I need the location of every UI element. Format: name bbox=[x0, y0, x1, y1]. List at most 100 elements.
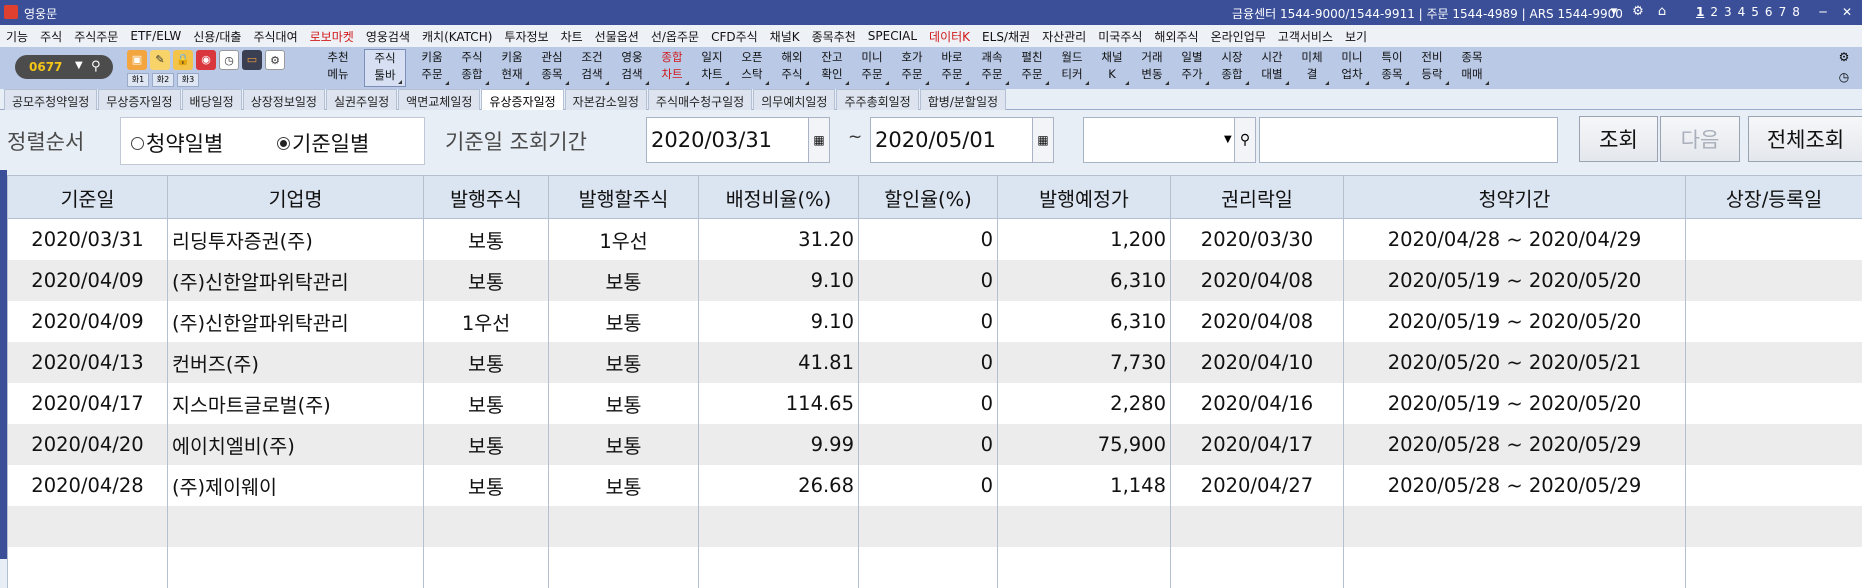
table-row[interactable]: 2020/04/17지스마트글로벌(주)보통보통114.6502,2802020… bbox=[8, 383, 1862, 424]
menu-item[interactable]: 주식주문 bbox=[68, 28, 124, 45]
menu-item[interactable]: 온라인업무 bbox=[1205, 28, 1272, 45]
toolbar-item[interactable]: 미니업차 bbox=[1332, 49, 1372, 87]
menu-item[interactable]: 차트 bbox=[555, 28, 589, 45]
menu-item[interactable]: 주식 bbox=[34, 28, 68, 45]
menu-item[interactable]: 투자정보 bbox=[498, 28, 554, 45]
toolbar-item[interactable]: 호가주문 bbox=[892, 49, 932, 87]
table-row[interactable]: 2020/04/20에이치엘비(주)보통보통9.99075,9002020/04… bbox=[8, 424, 1862, 465]
toolbar-item[interactable]: 일지차트 bbox=[692, 49, 732, 87]
table-row[interactable]: 2020/04/28(주)제이웨이보통보통26.6801,1482020/04/… bbox=[8, 465, 1862, 506]
menu-item[interactable]: ELS/채권 bbox=[976, 28, 1036, 45]
schedule-tab[interactable]: 자본감소일정 bbox=[565, 89, 647, 110]
date-from-field[interactable]: 2020/03/31 ▦ bbox=[646, 117, 830, 163]
toolbar-item[interactable]: 바로주문 bbox=[932, 49, 972, 87]
screen-page-2[interactable]: 2 bbox=[1710, 5, 1718, 19]
chevron-down-icon[interactable]: ▼ bbox=[75, 60, 83, 71]
column-header[interactable]: 상장/등록일 bbox=[1686, 176, 1862, 219]
menu-item[interactable]: 신용/대출 bbox=[187, 28, 247, 45]
toolbar-item[interactable]: 주식툴바 bbox=[364, 49, 406, 87]
table-row[interactable]: 2020/03/31리딩투자증권(주)보통1우선31.2001,2002020/… bbox=[8, 219, 1862, 261]
next-button[interactable]: 다음 bbox=[1660, 116, 1740, 162]
menu-item[interactable]: ETF/ELW bbox=[124, 29, 187, 43]
search-icon[interactable]: ⚲ bbox=[1234, 117, 1256, 163]
toolbar-item[interactable]: 일별주가 bbox=[1172, 49, 1212, 87]
schedule-tab[interactable]: 배당일정 bbox=[182, 89, 242, 110]
menu-item[interactable]: 캐치(KATCH) bbox=[416, 28, 498, 45]
column-header[interactable]: 발행할주식 bbox=[549, 176, 699, 219]
screen-page-4[interactable]: 4 bbox=[1738, 5, 1746, 19]
toolbar-item[interactable]: 미체결 bbox=[1292, 49, 1332, 87]
menu-item[interactable]: SPECIAL bbox=[862, 29, 923, 43]
column-header[interactable]: 청약기간 bbox=[1344, 176, 1686, 219]
search-icon[interactable]: ⚲ bbox=[91, 59, 101, 74]
settings-icon[interactable]: ⚙ bbox=[1629, 3, 1647, 21]
screen-page-1[interactable]: 1 bbox=[1696, 5, 1704, 19]
toolbar-item[interactable]: 추천메뉴 bbox=[318, 49, 358, 87]
screen-page-6[interactable]: 6 bbox=[1765, 5, 1773, 19]
close-icon[interactable]: ✕ bbox=[1838, 3, 1856, 21]
screen-tab[interactable]: 화3 bbox=[177, 73, 199, 87]
toolbar-item[interactable]: 채널K bbox=[1092, 49, 1132, 87]
column-header[interactable]: 기업명 bbox=[168, 176, 424, 219]
date-to-field[interactable]: 2020/05/01 ▦ bbox=[870, 117, 1054, 163]
menu-item[interactable]: 로보마켓 bbox=[304, 28, 360, 45]
menu-item[interactable]: 미국주식 bbox=[1092, 28, 1148, 45]
toolbar-item[interactable]: 키움주문 bbox=[412, 49, 452, 87]
query-button[interactable]: 조회 bbox=[1579, 116, 1658, 162]
toolbar-item[interactable]: 월드티커 bbox=[1052, 49, 1092, 87]
toolbar-item[interactable]: 미니주문 bbox=[852, 49, 892, 87]
dropdown-icon[interactable]: ▾ bbox=[1605, 3, 1623, 21]
table-row[interactable]: 2020/04/13컨버즈(주)보통보통41.8107,7302020/04/1… bbox=[8, 342, 1862, 383]
calendar-icon[interactable]: ▦ bbox=[808, 118, 829, 162]
menu-item[interactable]: 보기 bbox=[1339, 28, 1373, 45]
menu-item[interactable]: 기능 bbox=[0, 28, 34, 45]
clock-icon[interactable]: ◷ bbox=[219, 50, 239, 70]
screen-tab[interactable]: 화1 bbox=[127, 73, 149, 87]
toolbar-item[interactable]: 펼친주문 bbox=[1012, 49, 1052, 87]
schedule-tab[interactable]: 공모주청약일정 bbox=[4, 89, 97, 110]
table-row[interactable] bbox=[8, 547, 1862, 588]
menu-item[interactable]: 고객서비스 bbox=[1272, 28, 1339, 45]
settings-icon[interactable]: ⚙ bbox=[1836, 49, 1852, 65]
screen-page-5[interactable]: 5 bbox=[1751, 5, 1759, 19]
calendar-icon[interactable]: ▦ bbox=[1032, 118, 1053, 162]
radio-base-date[interactable]: 기준일별 bbox=[277, 128, 369, 158]
radio-subscription-date[interactable]: 청약일별 bbox=[131, 128, 223, 158]
clock-icon[interactable]: ◷ bbox=[1836, 69, 1852, 85]
stock-name-field[interactable] bbox=[1259, 117, 1558, 163]
camera-icon[interactable]: ◉ bbox=[196, 50, 216, 70]
monitor-icon[interactable]: ▭ bbox=[242, 50, 262, 70]
menu-item[interactable]: 자산관리 bbox=[1036, 28, 1092, 45]
table-row[interactable]: 2020/04/09(주)신한알파위탁관리1우선보통9.1006,3102020… bbox=[8, 301, 1862, 342]
schedule-tab[interactable]: 무상증자일정 bbox=[98, 89, 180, 110]
schedule-tab[interactable]: 주주총회일정 bbox=[836, 89, 918, 110]
stock-code-combo[interactable]: ▼ bbox=[1083, 117, 1235, 163]
screen-page-3[interactable]: 3 bbox=[1724, 5, 1732, 19]
column-header[interactable]: 할인율(%) bbox=[859, 176, 998, 219]
account-selector[interactable]: 0677 ▼ ⚲ bbox=[15, 55, 113, 79]
column-header[interactable]: 기준일 bbox=[8, 176, 168, 219]
table-row[interactable]: 2020/04/09(주)신한알파위탁관리보통보통9.1006,3102020/… bbox=[8, 260, 1862, 301]
screen-page-7[interactable]: 7 bbox=[1779, 5, 1787, 19]
toolbar-item[interactable]: 종목매매 bbox=[1452, 49, 1492, 87]
menu-item[interactable]: 선/옵주문 bbox=[645, 28, 705, 45]
menu-item[interactable]: 영웅검색 bbox=[360, 28, 416, 45]
toolbar-item[interactable]: 거래변동 bbox=[1132, 49, 1172, 87]
column-header[interactable]: 발행주식 bbox=[424, 176, 549, 219]
schedule-tab[interactable]: 유상증자일정 bbox=[481, 89, 563, 112]
schedule-tab[interactable]: 상장정보일정 bbox=[243, 89, 325, 110]
toolbar-item[interactable]: 종합차트 bbox=[652, 49, 692, 87]
schedule-tab[interactable]: 액면교체일정 bbox=[398, 89, 480, 110]
toolbar-item[interactable]: 괘속주문 bbox=[972, 49, 1012, 87]
toolbar-item[interactable]: 조건검색 bbox=[572, 49, 612, 87]
folder-icon[interactable]: ▣ bbox=[127, 50, 147, 70]
schedule-tab[interactable]: 실권주일정 bbox=[326, 89, 397, 110]
menu-item[interactable]: CFD주식 bbox=[705, 28, 764, 45]
column-header[interactable]: 배정비율(%) bbox=[699, 176, 859, 219]
table-row[interactable] bbox=[8, 506, 1862, 547]
menu-item[interactable]: 채널K bbox=[764, 28, 806, 45]
schedule-tab[interactable]: 의무예치일정 bbox=[753, 89, 835, 110]
gear-icon[interactable]: ⚙ bbox=[265, 50, 285, 70]
toolbar-item[interactable]: 주식종합 bbox=[452, 49, 492, 87]
minimize-icon[interactable]: ─ bbox=[1814, 3, 1832, 21]
